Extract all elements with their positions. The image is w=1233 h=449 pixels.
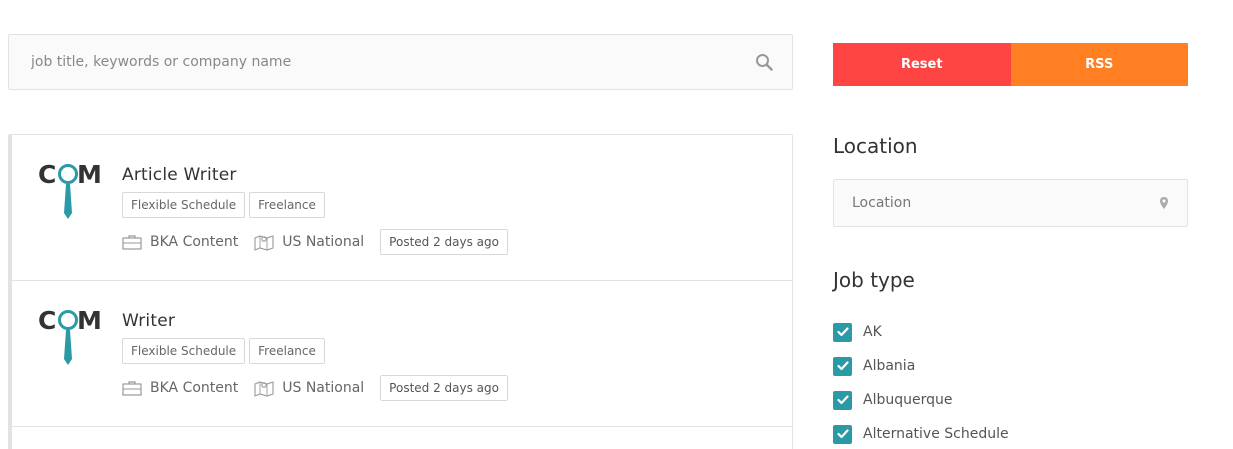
company-name: BKA Content — [150, 234, 239, 250]
job-listing[interactable]: C M Writer Flexible Schedule Freelance B… — [12, 281, 792, 427]
job-title[interactable]: Article Writer — [122, 165, 237, 185]
svg-text:C: C — [38, 306, 56, 335]
option-label: Albuquerque — [863, 392, 953, 408]
rss-button[interactable]: RSS — [1010, 43, 1188, 86]
job-location: US National — [254, 233, 364, 251]
location-field — [833, 179, 1188, 227]
checkbox[interactable] — [833, 356, 852, 376]
briefcase-icon — [122, 235, 142, 250]
location-input[interactable] — [834, 180, 1159, 226]
checkbox[interactable] — [833, 322, 852, 342]
job-tag: Flexible Schedule — [122, 338, 246, 364]
search-bar — [8, 34, 793, 90]
map-icon — [254, 235, 274, 251]
job-company: BKA Content — [122, 234, 238, 250]
svg-text:C: C — [38, 160, 56, 189]
job-location: US National — [254, 379, 364, 397]
company-logo: C M — [36, 303, 102, 373]
posted-badge: Posted 2 days ago — [380, 229, 508, 255]
location-name: US National — [282, 234, 365, 250]
search-icon[interactable] — [754, 52, 774, 72]
job-meta: BKA Content US National Posted 2 days ag… — [122, 375, 508, 401]
svg-text:M: M — [77, 306, 100, 335]
checkbox[interactable] — [833, 390, 852, 410]
svg-text:M: M — [77, 160, 100, 189]
reset-button[interactable]: Reset — [833, 43, 1011, 86]
check-icon — [836, 395, 849, 405]
job-tags: Flexible Schedule Freelance — [122, 192, 325, 218]
company-name: BKA Content — [150, 380, 239, 396]
check-icon — [836, 327, 849, 337]
job-type-option[interactable]: Albania — [833, 349, 1009, 383]
job-tag: Flexible Schedule — [122, 192, 246, 218]
search-input[interactable] — [9, 35, 754, 89]
job-type-option[interactable]: Alternative Schedule — [833, 417, 1009, 449]
job-tag: Freelance — [249, 192, 325, 218]
option-label: Albania — [863, 358, 916, 374]
job-listings: C M Article Writer Flexible Schedule Fre… — [8, 134, 793, 449]
filter-actions: Reset RSS — [833, 43, 1188, 86]
option-label: AK — [863, 324, 882, 340]
briefcase-icon — [122, 381, 142, 396]
job-type-option[interactable]: Albuquerque — [833, 383, 1009, 417]
option-label: Alternative Schedule — [863, 426, 1009, 442]
job-type-list: AK Albania Albuquerque Alternative Sched… — [833, 315, 1009, 449]
map-pin-icon — [1159, 196, 1169, 210]
job-meta: BKA Content US National Posted 2 days ag… — [122, 229, 508, 255]
check-icon — [836, 361, 849, 371]
job-type-heading: Job type — [833, 268, 915, 292]
location-heading: Location — [833, 134, 918, 158]
map-icon — [254, 381, 274, 397]
job-tag: Freelance — [249, 338, 325, 364]
posted-badge: Posted 2 days ago — [380, 375, 508, 401]
job-title[interactable]: Writer — [122, 311, 175, 331]
job-tags: Flexible Schedule Freelance — [122, 338, 325, 364]
company-logo: C M — [36, 157, 102, 227]
checkbox[interactable] — [833, 424, 852, 444]
job-type-option[interactable]: AK — [833, 315, 1009, 349]
job-listing[interactable]: C M Article Writer Flexible Schedule Fre… — [12, 135, 792, 281]
check-icon — [836, 429, 849, 439]
location-name: US National — [282, 380, 365, 396]
job-company: BKA Content — [122, 380, 238, 396]
